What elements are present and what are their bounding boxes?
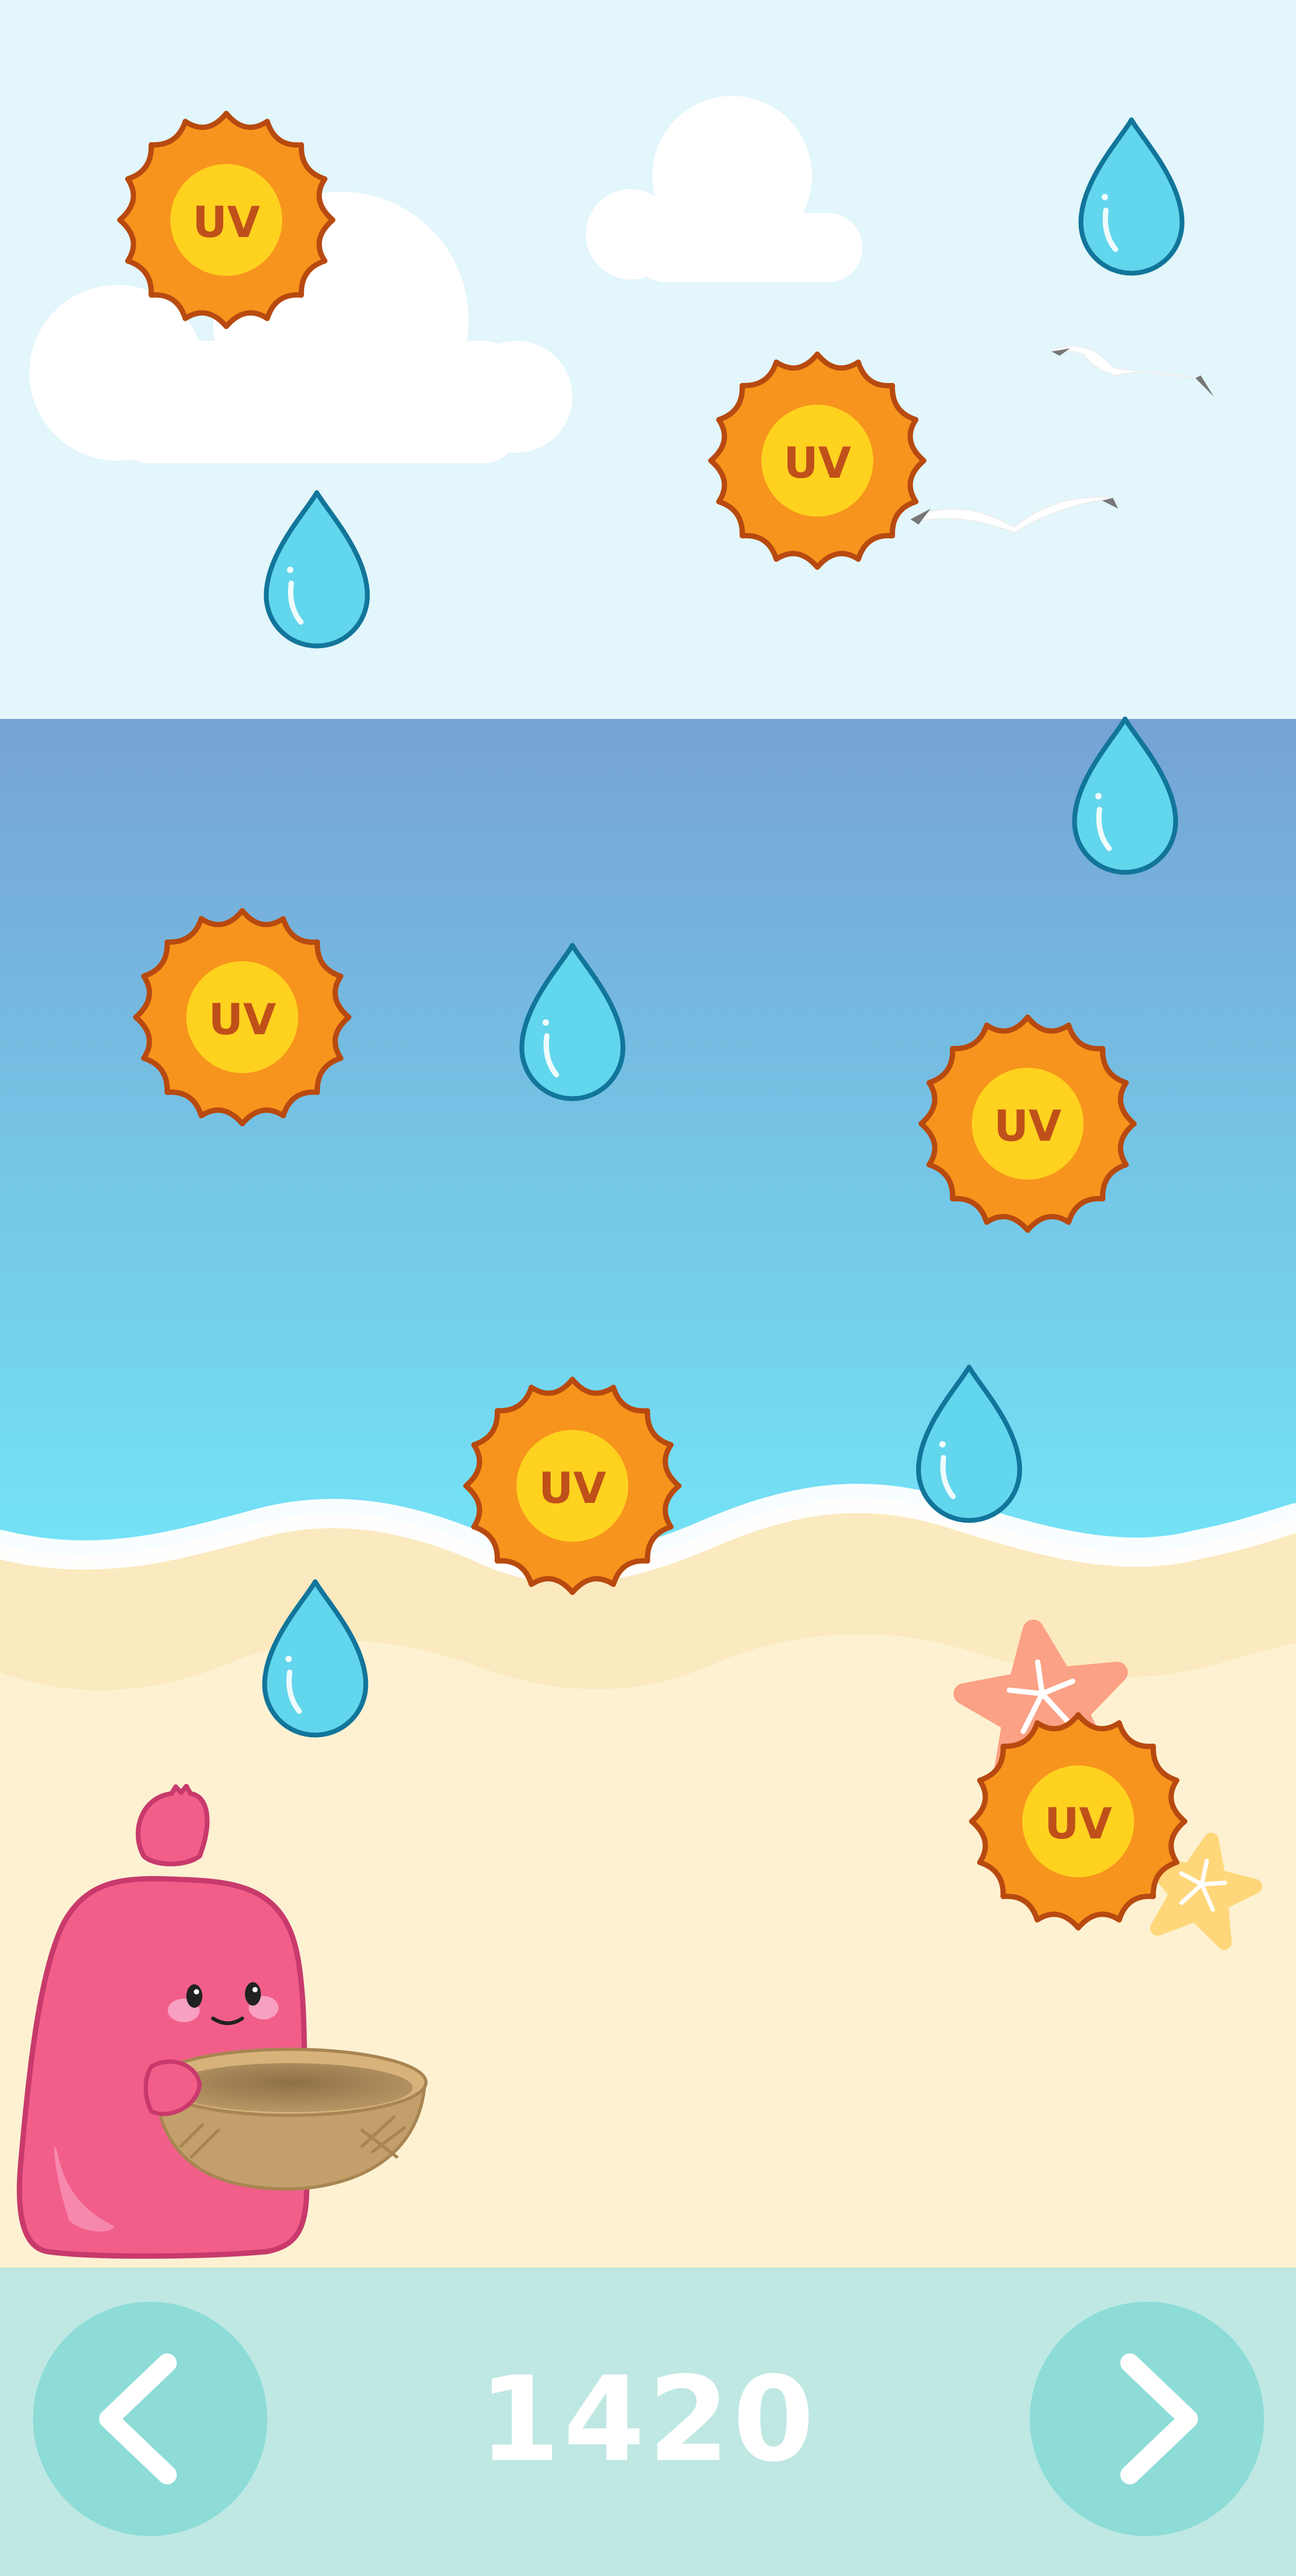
uv-sun-icon[interactable]: UV: [972, 1715, 1185, 1928]
uv-label: UV: [539, 1463, 606, 1513]
score-display: 1420: [478, 2351, 818, 2488]
uv-sun-icon[interactable]: UV: [921, 1017, 1134, 1230]
chevron-right-icon: [1120, 2353, 1198, 2484]
uv-label: UV: [209, 995, 276, 1044]
chevron-left-icon: [99, 2353, 177, 2484]
previous-button[interactable]: [33, 2302, 267, 2536]
uv-label: UV: [1045, 1799, 1112, 1849]
uv-sun-icon[interactable]: UV: [120, 113, 333, 326]
next-button[interactable]: [1030, 2302, 1264, 2536]
uv-label: UV: [193, 198, 260, 247]
bottom-bar: 1420: [0, 2268, 1296, 2576]
game-scene: UV UV UV UV UV UV: [0, 0, 1296, 2268]
uv-label: UV: [784, 438, 851, 488]
uv-label: UV: [994, 1101, 1062, 1151]
uv-sun-icon[interactable]: UV: [711, 354, 924, 567]
uv-sun-icon[interactable]: UV: [136, 911, 349, 1124]
uv-sun-icon[interactable]: UV: [466, 1379, 679, 1592]
